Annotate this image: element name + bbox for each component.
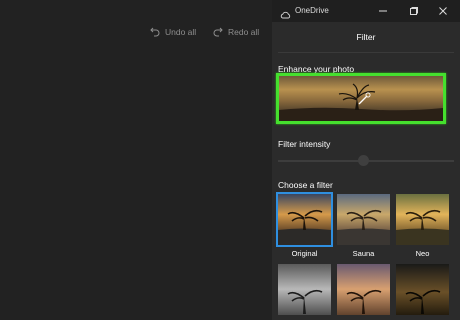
maximize-button[interactable] [406,3,422,19]
onedrive-icon [280,6,291,24]
filter-thumbnail-dark [396,264,449,315]
filter-dark[interactable] [396,264,449,315]
filter-panel: OneDrive Filter Enhance your photo Filte… [272,0,460,320]
title-bar: OneDrive [272,0,460,22]
undo-icon [150,27,160,37]
redo-icon [213,27,223,37]
filter-thumbnail-mono [278,264,331,315]
intensity-slider-thumb[interactable] [358,155,369,166]
filter-label-original: Original [291,249,318,258]
undo-all-label: Undo all [165,27,197,37]
choose-filter-label: Choose a filter [278,180,333,190]
filter-thumbnail-neo [396,194,449,245]
filter-warm[interactable] [337,264,390,315]
maximize-icon [410,2,418,20]
minimize-icon [379,2,387,20]
filter-mono[interactable] [278,264,331,315]
filter-thumbnail-original [278,194,331,245]
enhance-photo-button[interactable] [276,73,446,124]
close-icon [439,2,447,20]
divider [278,52,454,53]
close-button[interactable] [435,3,451,19]
filter-thumbnail-warm [337,264,390,315]
filter-thumbnail-sauna [337,194,390,245]
panel-title: Filter [356,32,376,42]
photo-canvas: Undo all Redo all [0,0,272,320]
minimize-button[interactable] [375,3,391,19]
filter-neo[interactable] [396,194,449,245]
filter-label-neo: Neo [415,249,430,258]
filter-original[interactable] [276,192,333,247]
undo-all-button[interactable]: Undo all [150,27,196,37]
redo-all-label: Redo all [228,27,260,37]
window-title: OneDrive [295,6,329,15]
filter-label-sauna: Sauna [352,249,375,258]
filter-sauna[interactable] [337,194,390,245]
intensity-label: Filter intensity [278,139,331,149]
redo-all-button[interactable]: Redo all [213,27,259,37]
